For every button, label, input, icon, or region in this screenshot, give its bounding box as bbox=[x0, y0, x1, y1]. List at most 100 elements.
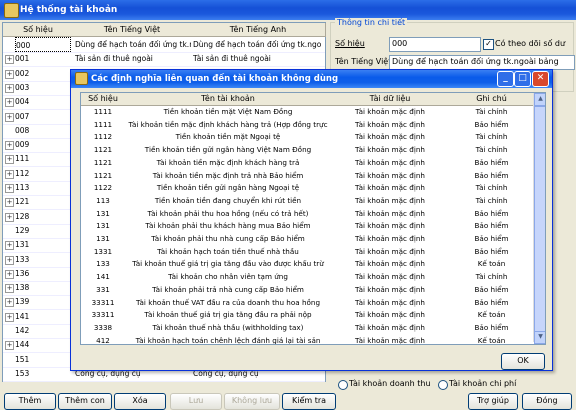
list-item[interactable]: 131 Tài khoản phải thu khách hàng mua Bảo… bbox=[81, 220, 534, 233]
dlg-row-name: Tài khoản tiền mặc định khách hàng trả bbox=[156, 157, 300, 167]
dlg-col-note[interactable]: Ghi chú bbox=[449, 93, 535, 106]
row-code: 142 bbox=[15, 326, 30, 335]
expand-icon[interactable]: + bbox=[5, 341, 14, 351]
dlg-row-note: Tài chính bbox=[475, 272, 508, 282]
dlg-row-note: Tài chính bbox=[475, 183, 508, 193]
row-code: 007 bbox=[15, 111, 30, 121]
list-item[interactable]: 1111 Tiền khoản tiền mặt Việt Nam Đồng Tài… bbox=[81, 106, 534, 119]
expand-icon[interactable]: + bbox=[5, 212, 14, 222]
dlg-row-note: Bảo hiểm bbox=[474, 246, 509, 256]
scroll-up-icon[interactable]: ▲ bbox=[534, 93, 545, 106]
list-item[interactable]: 131 Tài khoản phải thu hoa hồng (nếu có t… bbox=[81, 208, 534, 221]
list-item[interactable]: 33311 Tài khoản thuế giá trị gia tăng đầu… bbox=[81, 309, 534, 322]
dlg-row-code: 141 bbox=[96, 272, 110, 282]
row-code: 121 bbox=[15, 197, 30, 207]
add-button[interactable]: Thêm bbox=[4, 393, 56, 410]
delete-button[interactable]: Xóa bbox=[114, 393, 166, 410]
dlg-row-note: Bảo hiểm bbox=[474, 157, 509, 167]
list-item[interactable]: 3338 Tài khoản thuế nhà thầu (withholding… bbox=[81, 322, 534, 335]
list-item[interactable]: 1121 Tài khoản tiền mặc định trả nhà Bảo … bbox=[81, 170, 534, 183]
dlg-row-source: Tài khoản mặc định bbox=[355, 272, 425, 282]
row-code: 151 bbox=[15, 354, 30, 364]
dialog-grid[interactable]: Số hiệu Tên tài khoản Tài dữ liệu Ghi ch… bbox=[80, 92, 546, 345]
expand-icon[interactable]: + bbox=[5, 55, 14, 65]
dlg-row-name: Tiền khoản tiền mặt Ngoại tệ bbox=[175, 132, 281, 142]
list-item[interactable]: 1111 Tài khoản tiền mặc định khách hàng t… bbox=[81, 119, 534, 132]
list-item[interactable]: 33311 Tài khoản thuế VAT đầu ra của doanh… bbox=[81, 297, 534, 310]
expand-icon[interactable]: + bbox=[5, 155, 14, 165]
list-item[interactable]: 412 Tài khoản hạch toán chênh lệch đánh g… bbox=[81, 335, 534, 345]
dlg-row-source: Tài khoản mặc định bbox=[355, 221, 425, 231]
dlg-col-code[interactable]: Số hiệu bbox=[81, 93, 126, 106]
dialog-scrollbar[interactable]: ▲ ▼ bbox=[533, 93, 545, 344]
expand-icon[interactable]: + bbox=[5, 98, 14, 108]
list-item[interactable]: 1121 Tài khoản tiền mặc định khách hàng t… bbox=[81, 157, 534, 170]
dlg-row-source: Tài khoản mặc định bbox=[355, 170, 425, 180]
list-item[interactable]: 1112 Tiền khoản tiền mặt Ngoại tệ Tài khoả… bbox=[81, 131, 534, 144]
expand-icon[interactable]: + bbox=[5, 198, 14, 208]
dialog-close-icon[interactable]: ✕ bbox=[532, 71, 549, 87]
revenue-radio[interactable] bbox=[338, 380, 348, 390]
list-item[interactable]: 1121 Tiền khoản tiền gửi ngân hàng Việt N… bbox=[81, 144, 534, 157]
dlg-row-name: Tiền khoản tiền gửi ngân hàng Việt Nam Đ… bbox=[144, 145, 312, 155]
dlg-row-source: Tài khoản mặc định bbox=[355, 335, 425, 345]
expand-icon[interactable]: + bbox=[5, 141, 14, 151]
list-item[interactable]: 141 Tài khoản cho nhân viên tạm ứng Tài kh… bbox=[81, 271, 534, 284]
dlg-row-code: 131 bbox=[96, 221, 110, 231]
add-child-button[interactable]: Thêm con bbox=[58, 393, 112, 410]
ok-button[interactable]: OK bbox=[501, 353, 545, 370]
list-item[interactable]: 113 Tiền khoản tiền đang chuyển khi rút t… bbox=[81, 195, 534, 208]
row-code: 138 bbox=[15, 283, 30, 293]
dialog-maximize-icon[interactable]: □ bbox=[514, 71, 531, 87]
expand-icon[interactable]: + bbox=[5, 169, 14, 179]
scroll-thumb[interactable] bbox=[534, 106, 545, 332]
balance-checkbox[interactable]: ✓ bbox=[483, 39, 494, 50]
dlg-row-source: Tài khoản mặc định bbox=[355, 107, 425, 116]
list-item[interactable]: 1331 Tài khoản hạch toán tiền thuế nhà th… bbox=[81, 246, 534, 259]
dlg-row-source: Tài khoản mặc định bbox=[355, 234, 425, 243]
dlg-row-note: Tài chính bbox=[475, 107, 508, 116]
row-code: 000 bbox=[15, 37, 71, 52]
expand-icon[interactable]: + bbox=[5, 184, 14, 193]
col-header-code[interactable]: Số hiệu bbox=[3, 23, 74, 37]
no-save-button[interactable]: Không lưu bbox=[224, 393, 280, 410]
expense-radio[interactable] bbox=[438, 380, 448, 390]
save-button[interactable]: Lưu bbox=[170, 393, 222, 410]
revenue-radio-label: Tài khoản doanh thu bbox=[349, 379, 431, 388]
list-item[interactable]: 331 Tài khoản phải trả nhà cung cấp Bảo h… bbox=[81, 284, 534, 297]
list-item[interactable]: 1122 Tiền khoản tiền gửi ngân hàng Ngoại … bbox=[81, 182, 534, 195]
col-header-vn[interactable]: Tên Tiếng Việt bbox=[73, 23, 192, 37]
dlg-row-name: Tài khoản phải trả nhà cung cấp Bảo hiểm bbox=[152, 284, 304, 294]
row-code: 129 bbox=[15, 225, 30, 235]
dlg-row-code: 33311 bbox=[91, 310, 115, 320]
app-icon bbox=[4, 3, 19, 18]
dlg-row-note: Bảo hiểm bbox=[474, 284, 509, 294]
dlg-row-code: 131 bbox=[96, 234, 110, 243]
scroll-down-icon[interactable]: ▼ bbox=[534, 331, 545, 344]
dlg-col-name[interactable]: Tên tài khoản bbox=[125, 93, 332, 106]
dlg-col-source[interactable]: Tài dữ liệu bbox=[331, 93, 450, 106]
dlg-row-name: Tiền khoản tiền gửi ngân hàng Ngoại tệ bbox=[156, 183, 300, 193]
list-item[interactable]: 131 Tài khoản phải thu nhà cung cấp Bảo h… bbox=[81, 233, 534, 246]
col-header-en[interactable]: Tên Tiếng Anh bbox=[191, 23, 326, 37]
dialog-title-bar: Các định nghĩa liên quan đến tài khoản k… bbox=[71, 70, 552, 88]
dialog-minimize-icon[interactable]: _ bbox=[497, 71, 514, 87]
expand-icon[interactable]: + bbox=[5, 112, 14, 122]
expand-icon[interactable]: + bbox=[5, 298, 14, 308]
expand-icon[interactable]: + bbox=[5, 241, 14, 251]
expand-icon[interactable]: + bbox=[5, 284, 14, 294]
code-field[interactable]: 000 bbox=[389, 37, 481, 52]
list-item[interactable]: 133 Tài khoản thuế giá trị gia tăng đầu v… bbox=[81, 258, 534, 271]
dlg-row-code: 1121 bbox=[93, 157, 113, 167]
check-button[interactable]: Kiểm tra bbox=[282, 393, 336, 410]
expand-icon[interactable]: + bbox=[5, 83, 14, 93]
expense-radio-label: Tài khoản chi phí bbox=[449, 379, 517, 388]
close-button[interactable]: Đóng bbox=[522, 393, 572, 410]
dlg-row-name: Tài khoản thuế nhà thầu (withholding tax… bbox=[152, 322, 304, 332]
expand-icon[interactable]: + bbox=[5, 255, 14, 265]
help-button[interactable]: Trợ giúp bbox=[468, 393, 518, 410]
vn-name-field[interactable]: Dùng để hạch toán đối ứng tk.ngoài bảng bbox=[389, 55, 575, 70]
expand-icon[interactable]: + bbox=[5, 69, 14, 79]
expand-icon[interactable]: + bbox=[5, 312, 14, 322]
expand-icon[interactable]: + bbox=[5, 269, 14, 279]
